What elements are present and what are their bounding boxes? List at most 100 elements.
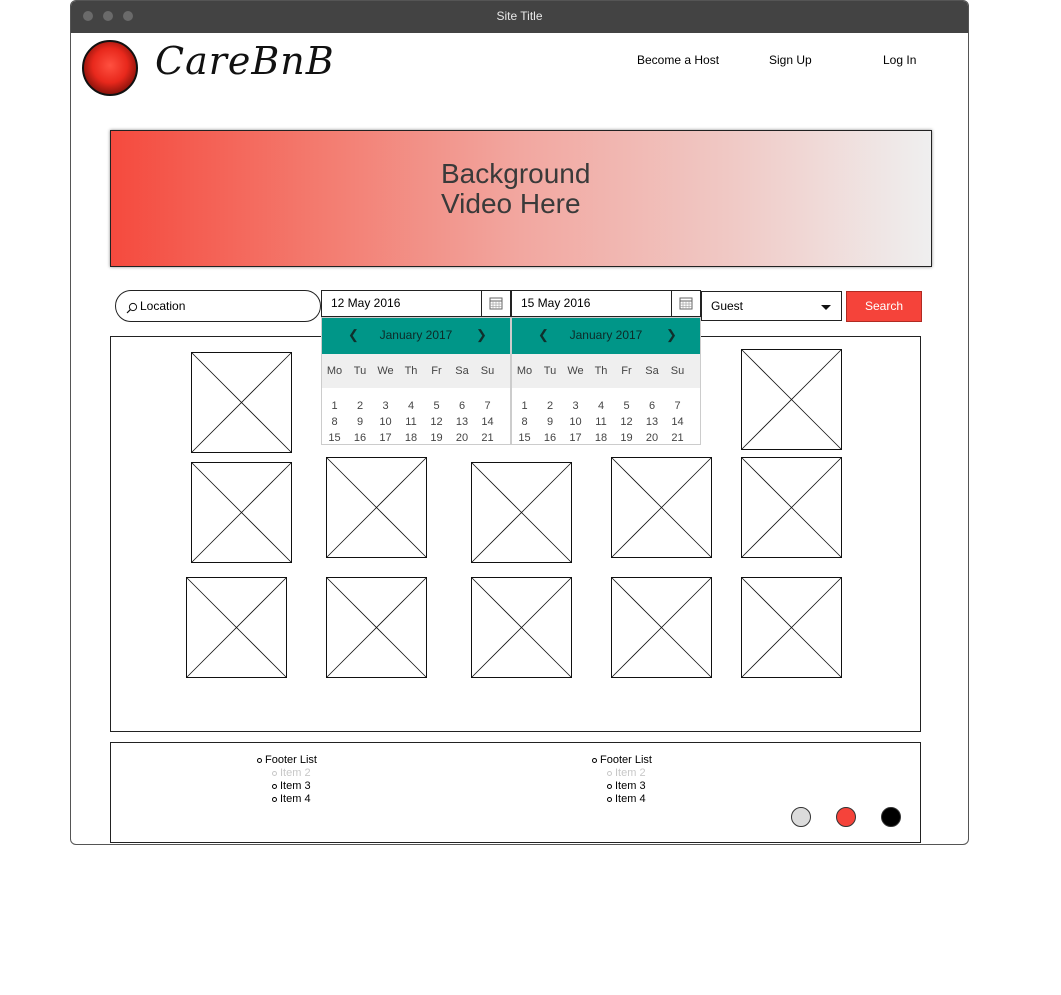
guest-select[interactable]: Guest: [701, 291, 842, 321]
checkin-date-input[interactable]: 12 May 2016: [321, 290, 511, 317]
footer-list-item[interactable]: Item 2: [272, 767, 317, 780]
social-icon-black[interactable]: [881, 807, 901, 827]
social-icon-grey[interactable]: [791, 807, 811, 827]
calendar-day[interactable]: 5: [614, 400, 639, 412]
footer-list-item[interactable]: Item 3: [272, 780, 317, 793]
footer-list-heading[interactable]: Footer List: [592, 754, 652, 767]
calendar-day[interactable]: 2: [348, 400, 373, 412]
calendar-day[interactable]: 10: [373, 416, 398, 428]
calendar-day[interactable]: 4: [589, 400, 614, 412]
calendar-icon: [679, 297, 693, 310]
hero-line-2: Video Here: [441, 188, 581, 219]
image-placeholder[interactable]: [326, 457, 427, 558]
calendar-day[interactable]: 21: [665, 432, 690, 444]
calendar-next-button[interactable]: ❯: [476, 327, 487, 343]
checkout-calendar-button[interactable]: [671, 291, 700, 316]
nav-log-in[interactable]: Log In: [883, 53, 916, 67]
calendar-weekday-row: Mo Tu We Th Fr Sa Su: [512, 354, 700, 388]
calendar-header: January 2017 ❮ ❯: [322, 318, 510, 354]
footer-list-1: Footer List Item 2 Item 3 Item 4: [257, 754, 317, 806]
calendar-day[interactable]: 8: [322, 416, 347, 428]
image-placeholder[interactable]: [191, 352, 292, 453]
image-placeholder[interactable]: [611, 457, 712, 558]
calendar-weekday: Th: [594, 365, 608, 377]
calendar-prev-button[interactable]: ❮: [538, 327, 549, 343]
image-placeholder[interactable]: [611, 577, 712, 678]
calendar-day[interactable]: 3: [563, 400, 588, 412]
checkout-date-input[interactable]: 15 May 2016: [511, 290, 701, 317]
chevron-down-icon: [821, 305, 831, 310]
location-input[interactable]: Location: [115, 290, 321, 322]
calendar-day[interactable]: 7: [475, 400, 500, 412]
footer-list-item[interactable]: Item 3: [607, 780, 652, 793]
footer-list-item[interactable]: Item 2: [607, 767, 652, 780]
calendar-day[interactable]: 3: [373, 400, 398, 412]
calendar-day[interactable]: 19: [614, 432, 639, 444]
calendar-day[interactable]: 10: [563, 416, 588, 428]
calendar-day[interactable]: 12: [424, 416, 449, 428]
calendar-day[interactable]: 1: [322, 400, 347, 412]
footer-list-heading[interactable]: Footer List: [257, 754, 317, 767]
calendar-day[interactable]: 8: [512, 416, 537, 428]
calendar-day[interactable]: 13: [450, 416, 475, 428]
calendar-next-button[interactable]: ❯: [666, 327, 677, 343]
calendar-day[interactable]: 13: [640, 416, 665, 428]
calendar-day[interactable]: 14: [665, 416, 690, 428]
brand-name[interactable]: CareBnB: [155, 39, 335, 83]
calendar-day[interactable]: 6: [640, 400, 665, 412]
footer: Footer List Item 2 Item 3 Item 4 Footer …: [110, 742, 921, 843]
calendar-weekday: Tu: [353, 365, 367, 377]
calendar-day[interactable]: 16: [348, 432, 373, 444]
calendar-day[interactable]: 19: [424, 432, 449, 444]
calendar-day[interactable]: 21: [475, 432, 500, 444]
calendar-day[interactable]: 16: [538, 432, 563, 444]
calendar-day[interactable]: 9: [538, 416, 563, 428]
calendar-day[interactable]: 20: [450, 432, 475, 444]
calendar-weekday: Mo: [516, 365, 533, 377]
image-placeholder[interactable]: [471, 462, 572, 563]
calendar-day[interactable]: 7: [665, 400, 690, 412]
logo-icon[interactable]: [82, 40, 138, 96]
checkin-calendar-button[interactable]: [481, 291, 510, 316]
calendar-day[interactable]: 17: [373, 432, 398, 444]
calendar-day[interactable]: 18: [399, 432, 424, 444]
calendar-day[interactable]: 18: [589, 432, 614, 444]
calendar-day[interactable]: 11: [399, 416, 424, 428]
image-placeholder[interactable]: [191, 462, 292, 563]
calendar-day[interactable]: 1: [512, 400, 537, 412]
image-placeholder[interactable]: [741, 577, 842, 678]
nav-become-host[interactable]: Become a Host: [637, 53, 719, 67]
footer-list-item[interactable]: Item 4: [272, 793, 317, 806]
calendar-prev-button[interactable]: ❮: [348, 327, 359, 343]
calendar-day[interactable]: 6: [450, 400, 475, 412]
calendar-weekday: Sa: [645, 365, 659, 377]
image-placeholder[interactable]: [186, 577, 287, 678]
calendar-day[interactable]: 20: [640, 432, 665, 444]
calendar-day[interactable]: 17: [563, 432, 588, 444]
image-placeholder[interactable]: [741, 349, 842, 450]
calendar-day[interactable]: 4: [399, 400, 424, 412]
image-placeholder[interactable]: [326, 577, 427, 678]
calendar-weekday: Su: [670, 365, 685, 377]
search-button[interactable]: Search: [846, 291, 922, 322]
browser-window: Site Title CareBnB Become a Host Sign Up…: [70, 0, 969, 845]
calendar-day[interactable]: 14: [475, 416, 500, 428]
calendar-day[interactable]: 15: [322, 432, 347, 444]
image-placeholder[interactable]: [741, 457, 842, 558]
calendar-day[interactable]: 15: [512, 432, 537, 444]
calendar-weekday: Su: [480, 365, 495, 377]
footer-list-item[interactable]: Item 4: [607, 793, 652, 806]
image-placeholder[interactable]: [471, 577, 572, 678]
nav-sign-up[interactable]: Sign Up: [769, 53, 812, 67]
social-icon-red[interactable]: [836, 807, 856, 827]
calendar-day[interactable]: 9: [348, 416, 373, 428]
calendar-day[interactable]: 11: [589, 416, 614, 428]
hero-line-1: Background: [441, 158, 591, 189]
calendar-icon: [489, 297, 503, 310]
checkout-date-value: 15 May 2016: [521, 296, 591, 310]
calendar-day[interactable]: 12: [614, 416, 639, 428]
footer-list-2: Footer List Item 2 Item 3 Item 4: [592, 754, 652, 806]
calendar-day[interactable]: 2: [538, 400, 563, 412]
calendar-weekday-row: Mo Tu We Th Fr Sa Su: [322, 354, 510, 388]
calendar-day[interactable]: 5: [424, 400, 449, 412]
